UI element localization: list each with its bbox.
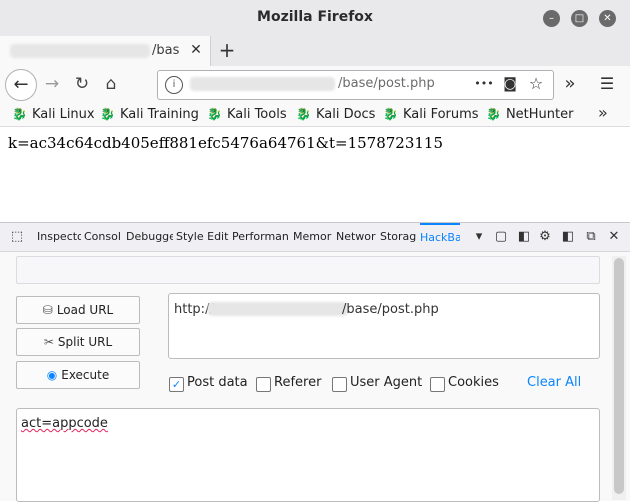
split-console-icon[interactable]: ◧	[515, 228, 533, 246]
new-tab-button[interactable]: +	[215, 38, 239, 62]
bookmark-label: Kali Docs	[315, 107, 376, 122]
tab-network[interactable]: Networ	[336, 223, 377, 251]
bookmark-label: Kali Tools	[226, 107, 287, 122]
cookies-checkbox[interactable]	[430, 377, 445, 392]
redacted-hackbar-host	[208, 302, 348, 316]
bookmark-kali-forums[interactable]: 🐉 Kali Forums	[383, 104, 479, 124]
kali-dragon-icon: 🐉	[486, 107, 501, 121]
bookmark-star-icon[interactable]: ☆	[526, 74, 546, 94]
back-button[interactable]: ←	[5, 69, 37, 101]
user-agent-label: User Agent	[350, 375, 423, 390]
kali-dragon-icon: 🐉	[296, 107, 311, 121]
bookmarks-overflow-icon[interactable]: »	[598, 103, 608, 122]
tab-hackbar[interactable]: HackBa	[420, 223, 460, 251]
execute-label: Execute	[61, 368, 110, 382]
split-url-button[interactable]: ✂ Split URL	[16, 328, 140, 356]
bookmark-kali-linux[interactable]: 🐉 Kali Linux	[12, 104, 95, 124]
close-devtools-icon[interactable]: ✕	[605, 228, 623, 246]
kali-dragon-icon: 🐉	[207, 107, 222, 121]
redacted-tab-title	[10, 44, 150, 58]
tab-debugger[interactable]: Debugge	[126, 223, 173, 251]
referer-checkbox[interactable]	[256, 377, 271, 392]
url-path: /base/post.php	[338, 76, 435, 91]
minimize-button[interactable]: –	[543, 10, 560, 27]
post-data-checkbox[interactable]: ✓	[169, 377, 184, 392]
tab-inspector[interactable]: Inspecto	[37, 223, 81, 251]
bookmark-label: Kali Forums	[402, 107, 479, 122]
database-icon: ⛁	[42, 303, 53, 317]
page-response-text: k=ac34c64cdb405eff881efc5476a64761&t=157…	[8, 134, 444, 152]
popout-icon[interactable]: ⧉	[582, 228, 600, 246]
overflow-icon[interactable]: »	[560, 74, 580, 94]
responsive-mode-icon[interactable]: ◧	[559, 228, 577, 246]
tab-performance[interactable]: Performan	[232, 223, 290, 251]
play-icon: ◉	[46, 368, 58, 382]
scrollbar-thumb[interactable]	[614, 258, 624, 494]
user-agent-checkbox[interactable]	[332, 377, 347, 392]
cookies-label: Cookies	[448, 375, 499, 390]
tab-close-icon[interactable]: ✕	[186, 40, 206, 60]
execute-button[interactable]: ◉ Execute	[16, 361, 140, 389]
settings-gear-icon[interactable]: ⚙	[536, 228, 554, 246]
forward-button[interactable]: →	[40, 72, 64, 96]
referer-label: Referer	[274, 375, 322, 390]
bookmark-kali-docs[interactable]: 🐉 Kali Docs	[296, 104, 375, 124]
kali-dragon-icon: 🐉	[100, 107, 115, 121]
maximize-button[interactable]: □	[571, 10, 588, 27]
hackbar-url-path: /base/post.php	[342, 302, 439, 317]
load-url-label: Load URL	[56, 303, 114, 317]
bookmark-kali-training[interactable]: 🐉 Kali Training	[100, 104, 199, 124]
scissors-icon: ✂	[43, 335, 54, 349]
kali-dragon-icon: 🐉	[12, 107, 27, 121]
dock-icon[interactable]: ▢	[492, 228, 510, 246]
post-data-value: act=appcode	[21, 416, 108, 431]
bookmark-kali-tools[interactable]: 🐉 Kali Tools	[207, 104, 287, 124]
tab-memory[interactable]: Memor	[293, 223, 333, 251]
tab-style-editor[interactable]: Style Edit	[176, 223, 229, 251]
tab-title: /bas	[152, 43, 180, 58]
tab-storage[interactable]: Storag	[380, 223, 418, 251]
element-picker-icon[interactable]: ⬚	[8, 228, 26, 246]
load-url-button[interactable]: ⛁ Load URL	[16, 296, 140, 324]
bookmark-label: Kali Training	[119, 107, 199, 122]
window-title: Mozilla Firefox	[257, 9, 373, 25]
close-window-button[interactable]: ✕	[599, 10, 616, 27]
kali-dragon-icon: 🐉	[383, 107, 398, 121]
post-data-label: Post data	[187, 375, 248, 390]
split-url-label: Split URL	[57, 335, 113, 349]
bookmark-label: NetHunter	[505, 107, 574, 122]
clear-all-link[interactable]: Clear All	[527, 375, 581, 390]
reload-button[interactable]: ↻	[70, 72, 94, 96]
page-actions-icon[interactable]: •••	[474, 74, 494, 94]
home-button[interactable]: ⌂	[99, 72, 123, 96]
pocket-icon[interactable]: ◙	[500, 74, 520, 94]
hackbar-menu-strip	[16, 256, 600, 284]
bookmark-nethunter[interactable]: 🐉 NetHunter	[486, 104, 573, 124]
bookmark-label: Kali Linux	[31, 107, 95, 122]
tab-console[interactable]: Consol	[84, 223, 122, 251]
hamburger-menu-icon[interactable]: ☰	[597, 74, 617, 94]
tabs-chevron-icon[interactable]: ▾	[472, 228, 486, 246]
site-info-icon[interactable]: i	[165, 76, 183, 94]
redacted-host	[190, 77, 335, 91]
